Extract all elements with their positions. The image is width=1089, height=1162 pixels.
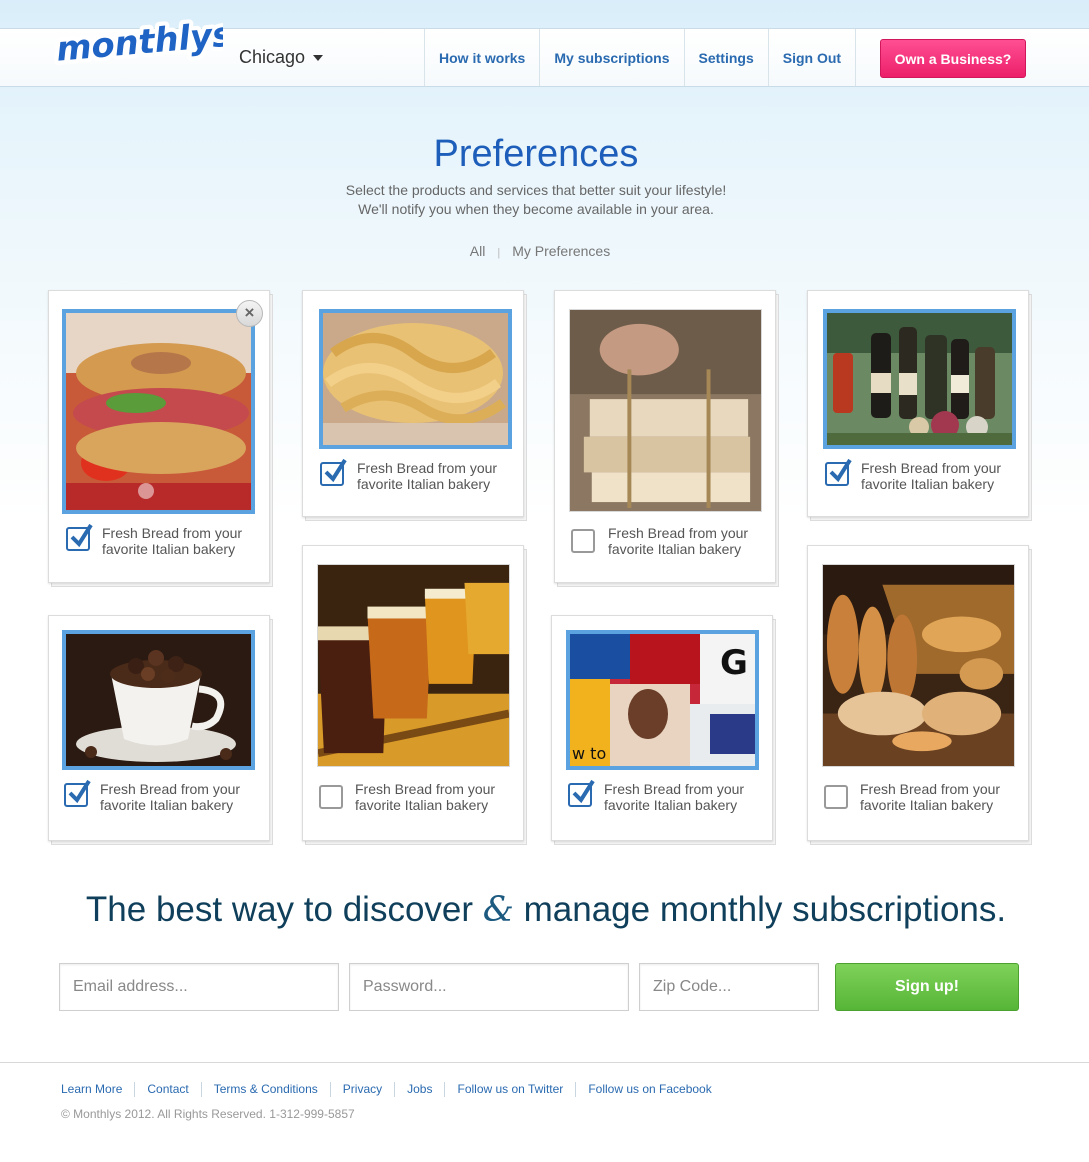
preference-card[interactable]: Fresh Bread from your favorite Italian b…	[48, 615, 270, 841]
checkbox-checked[interactable]	[825, 458, 852, 486]
email-field[interactable]	[59, 963, 339, 1011]
filter-all[interactable]: All	[470, 243, 486, 259]
checkbox-checked[interactable]	[64, 779, 91, 807]
top-header: monthlys monthlys Chicago How it works M…	[0, 17, 1089, 87]
footer-link-learn-more[interactable]: Learn More	[61, 1082, 134, 1097]
monthlys-logo[interactable]: monthlys monthlys	[48, 17, 223, 77]
footer-links: Learn More Contact Terms & Conditions Pr…	[61, 1082, 724, 1097]
page-title: Preferences	[433, 133, 639, 175]
password-field[interactable]	[349, 963, 629, 1011]
footer-link-twitter[interactable]: Follow us on Twitter	[444, 1082, 575, 1097]
tagline-ampersand: &	[482, 890, 514, 930]
main-nav: How it works My subscriptions Settings S…	[424, 29, 857, 86]
footer-link-facebook[interactable]: Follow us on Facebook	[575, 1082, 723, 1097]
preference-card[interactable]: × Fresh Bread from your favorite Italian…	[48, 290, 270, 583]
checkbox-checked[interactable]	[66, 523, 93, 551]
svg-text:monthlys: monthlys	[55, 17, 223, 69]
checkbox-checked[interactable]	[568, 779, 595, 807]
svg-text:G: G	[720, 643, 748, 683]
footer-link-privacy[interactable]: Privacy	[329, 1082, 394, 1097]
nav-how-it-works[interactable]: How it works	[424, 29, 539, 86]
preference-filters: All | My Preferences	[0, 243, 1080, 259]
nav-my-subscriptions[interactable]: My subscriptions	[539, 29, 683, 86]
card-caption: Fresh Bread from your favorite Italian b…	[861, 460, 1002, 492]
city-label: Chicago	[239, 47, 306, 67]
tagline-part-2: manage monthly subscriptions.	[513, 890, 1007, 929]
card-caption: Fresh Bread from your favorite Italian b…	[100, 781, 241, 813]
tagline-part-1: The best way to discover	[85, 890, 483, 929]
footer-link-jobs[interactable]: Jobs	[394, 1082, 444, 1097]
wine-bottles-image	[823, 309, 1016, 449]
checkbox-unchecked[interactable]	[319, 785, 343, 809]
magazines-image: G w to	[566, 630, 759, 770]
own-a-business-button[interactable]: Own a Business?	[880, 39, 1026, 78]
preference-card[interactable]: Fresh Bread from your favorite Italian b…	[807, 545, 1029, 841]
card-caption: Fresh Bread from your favorite Italian b…	[102, 525, 243, 557]
nav-settings[interactable]: Settings	[683, 29, 768, 86]
preference-card[interactable]: Fresh Bread from your favorite Italian b…	[807, 290, 1029, 517]
preference-card[interactable]: Fresh Bread from your favorite Italian b…	[554, 290, 776, 583]
card-caption: Fresh Bread from your favorite Italian b…	[357, 460, 498, 492]
chevron-down-icon	[313, 54, 324, 61]
zip-code-field[interactable]	[639, 963, 819, 1011]
checkbox-unchecked[interactable]	[824, 785, 848, 809]
preference-card[interactable]: Fresh Bread from your favorite Italian b…	[302, 545, 524, 841]
card-caption: Fresh Bread from your favorite Italian b…	[604, 781, 745, 813]
coffee-cup-beans-image	[62, 630, 255, 770]
beer-glasses-image	[317, 564, 510, 767]
city-selector[interactable]: Chicago	[239, 47, 324, 68]
tagline: The best way to discover & manage monthl…	[0, 890, 1089, 930]
checkbox-unchecked[interactable]	[571, 529, 595, 553]
svg-text:w to: w to	[572, 744, 606, 763]
subtitle-line-1: Select the products and services that be…	[345, 182, 727, 198]
fresh-pasta-image	[319, 309, 512, 449]
card-caption: Fresh Bread from your favorite Italian b…	[860, 781, 1001, 813]
footer-link-contact[interactable]: Contact	[134, 1082, 200, 1097]
page-subtitle: Select the products and services that be…	[0, 181, 1072, 219]
copyright: © Monthlys 2012. All Rights Reserved. 1-…	[61, 1107, 355, 1121]
bagel-sandwich-image	[62, 309, 255, 514]
firewood-bundle-image	[569, 309, 762, 512]
preference-card[interactable]: G w to Fresh Bread from your favorite It…	[551, 615, 773, 841]
nav-sign-out[interactable]: Sign Out	[767, 29, 857, 86]
footer-link-terms[interactable]: Terms & Conditions	[200, 1082, 330, 1097]
bread-basket-image	[822, 564, 1015, 767]
card-caption: Fresh Bread from your favorite Italian b…	[355, 781, 496, 813]
filter-separator: |	[497, 247, 501, 259]
preference-card[interactable]: Fresh Bread from your favorite Italian b…	[302, 290, 524, 517]
close-icon[interactable]: ×	[236, 300, 263, 327]
subtitle-line-2: We'll notify you when they become availa…	[358, 201, 714, 217]
filter-my-preferences[interactable]: My Preferences	[512, 243, 610, 259]
sign-up-button[interactable]: Sign up!	[835, 963, 1019, 1011]
card-caption: Fresh Bread from your favorite Italian b…	[608, 525, 749, 557]
checkbox-checked[interactable]	[320, 458, 347, 486]
footer-divider	[0, 1062, 1089, 1063]
